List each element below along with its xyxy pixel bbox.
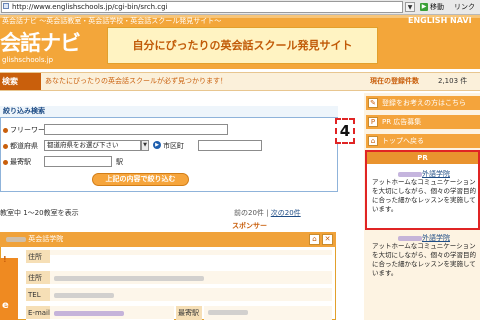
refine-search-button[interactable]: 上記の内容で絞り込む	[92, 173, 189, 186]
redacted-text	[398, 171, 422, 177]
pr-header: PR	[367, 152, 478, 164]
back-to-top-button[interactable]: ⌂ トップへ戻る	[366, 134, 480, 148]
close-icon[interactable]: ✕	[322, 234, 333, 245]
pr-ad-link-text: 外語学院	[422, 234, 450, 242]
sponsor-station-value	[204, 306, 332, 320]
banner-text: 自分にぴったりの英会話スクール発見サイト	[132, 39, 353, 52]
sponsor-tel-value	[50, 288, 332, 302]
sponsor-exclamation: !	[3, 255, 7, 264]
sponsor-school-name[interactable]: 英会話学院	[0, 232, 336, 247]
registered-count-label: 現在の登録件数	[370, 77, 419, 85]
prefecture-label: 都道府県	[3, 141, 38, 151]
town-label: 市区町	[163, 142, 184, 150]
chevron-down-icon[interactable]: ▼	[141, 140, 149, 151]
prefecture-label-text: 都道府県	[10, 142, 38, 150]
redacted-text	[54, 275, 204, 281]
callout-number: 4	[335, 118, 355, 144]
arrow-right-icon: ▶	[153, 141, 161, 149]
station-input[interactable]	[44, 156, 112, 167]
redacted-text	[208, 310, 248, 315]
url-input[interactable]: http://www.englishschools.jp/cgi-bin/src…	[1, 1, 403, 13]
site-tagline: 英会話ナビ 〜英会話教室・英会話学校・英会話スクール発見サイト〜	[2, 17, 222, 25]
sponsor-row-label: 住所	[26, 271, 50, 285]
bullet-icon	[3, 143, 8, 149]
pr-ad-recruit-button[interactable]: P PR 広告募集	[366, 115, 480, 129]
redacted-text	[54, 310, 124, 316]
sponsor-row-label: 住所	[26, 250, 50, 264]
sponsor-thumb-letter: e	[2, 300, 9, 311]
station-label-text: 最寄駅	[10, 158, 31, 166]
go-label: 移動	[430, 3, 444, 11]
pr-ad-text: アットホームなコミュニケーションを大切にしながら、個々の学習目的に合った細かなレ…	[372, 242, 476, 277]
registered-count-value: 2,103 件	[438, 77, 468, 85]
sponsor-school-name-text: 英会話学院	[28, 235, 64, 243]
url-dropdown-button[interactable]: ▼	[405, 2, 415, 12]
redacted-text	[398, 235, 422, 241]
sponsor-row-label: TEL	[26, 288, 50, 302]
pager-separator: |	[263, 209, 271, 217]
pr-icon: P	[368, 117, 378, 127]
sponsor-row-value	[50, 250, 332, 256]
sponsor-station-label: 最寄駅	[176, 306, 202, 320]
next-page-link[interactable]: 次の20件	[271, 209, 301, 217]
sub-bar-message: あなたにぴったりの英会話スクールが必ず見つかります！	[45, 77, 227, 85]
tab-search[interactable]: 検索	[0, 73, 41, 90]
pencil-icon: ✎	[368, 98, 378, 108]
town-input[interactable]	[198, 140, 262, 151]
keyword-input[interactable]	[44, 124, 228, 135]
sponsor-row-label: E-mail	[26, 306, 50, 320]
register-info-button[interactable]: ✎ 登録をお考えの方はこちら	[366, 96, 480, 110]
pr-ad-link-text: 外語学院	[422, 170, 450, 178]
pr-ad-text: アットホームなコミュニケーションを大切にしながら、個々の学習目的に合った細かなレ…	[372, 178, 476, 213]
page-icon	[3, 3, 9, 9]
station-label: 最寄駅	[3, 157, 31, 167]
station-suffix: 駅	[116, 158, 123, 166]
links-button[interactable]: リンク	[454, 1, 480, 13]
results-pager: 前の20件 | 次の20件	[234, 208, 301, 218]
bullet-icon	[3, 159, 8, 165]
results-summary: 教室中 1〜20教室を表示	[0, 209, 79, 217]
redacted-text	[6, 236, 26, 242]
site-logo-domain: glishschools.jp	[2, 56, 54, 64]
site-logo[interactable]: 会話ナビ	[0, 27, 81, 57]
back-to-top-label: トップへ戻る	[382, 137, 424, 145]
register-info-label: 登録をお考えの方はこちら	[382, 99, 466, 107]
header-banner: 自分にぴったりの英会話スクール発見サイト	[107, 27, 378, 64]
prefecture-select[interactable]: 都道府県をお選び下さい	[44, 140, 141, 151]
brand-name: ENGLISH NAVI	[408, 16, 472, 25]
refine-search-title: 絞り込み検索	[0, 106, 338, 118]
go-button[interactable]: ▶ 移動	[420, 1, 450, 13]
sponsor-address-value	[50, 271, 332, 285]
redacted-text	[54, 292, 114, 298]
go-arrow-icon: ▶	[420, 3, 428, 11]
sponsor-label: スポンサー	[232, 222, 267, 230]
home-icon[interactable]: ⌂	[309, 234, 320, 245]
home-icon: ⌂	[368, 136, 378, 146]
sponsor-email-value[interactable]	[50, 306, 174, 320]
prev-page-link[interactable]: 前の20件	[234, 209, 264, 217]
bullet-icon	[3, 127, 8, 133]
pr-ad-recruit-label: PR 広告募集	[382, 118, 422, 126]
